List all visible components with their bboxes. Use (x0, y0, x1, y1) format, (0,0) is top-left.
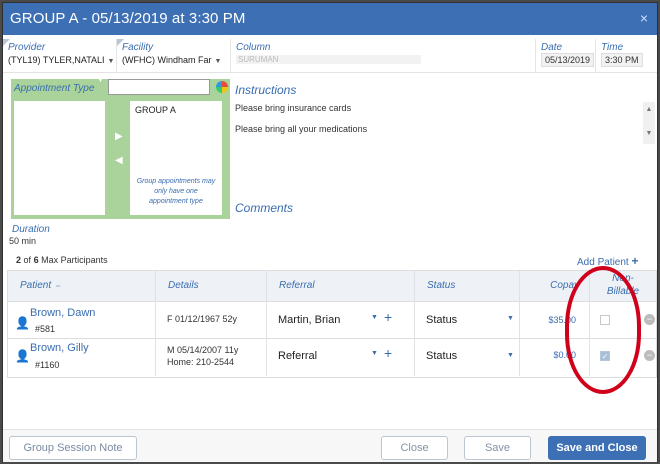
chevron-down-icon[interactable]: ▼ (507, 315, 514, 322)
date-label: Date (541, 42, 563, 53)
date-input[interactable]: 05/13/2019 (541, 53, 595, 67)
chevron-down-icon[interactable]: ▼ (371, 314, 378, 321)
appointment-dialog: GROUP A - 05/13/2019 at 3:30 PM × Provid… (2, 2, 658, 462)
referral-cell: Referral ▼ + (267, 339, 415, 376)
status-select[interactable]: Status (426, 350, 457, 362)
close-button[interactable]: Close (381, 436, 448, 460)
available-types-list[interactable] (14, 101, 105, 215)
time-input[interactable]: 3:30 PM (601, 53, 643, 67)
col-header-patient[interactable]: Patient ⎯ (8, 271, 156, 301)
remove-icon[interactable]: − (644, 314, 655, 325)
move-left-icon[interactable]: ◀ (115, 155, 123, 166)
chevron-down-icon[interactable]: ▼ (507, 352, 514, 359)
close-icon[interactable]: × (640, 10, 648, 26)
col-header-status: Status (415, 271, 520, 301)
instructions-title: Instructions (235, 83, 297, 97)
status-cell: Status ▼ (415, 339, 520, 376)
scroll-down-icon: ▼ (645, 130, 653, 137)
dialog-title: GROUP A - 05/13/2019 at 3:30 PM (10, 10, 246, 27)
save-button[interactable]: Save (464, 436, 531, 460)
instructions-scrollbar[interactable]: ▲ ▼ (643, 102, 655, 144)
instruction-line: Please bring insurance cards (235, 103, 352, 113)
provider-field[interactable]: Provider (TYL19) TYLER,NATALI ▼ (3, 39, 117, 73)
chevron-down-icon[interactable]: ▼ (108, 58, 115, 65)
chevron-down-icon[interactable]: ▼ (215, 58, 222, 65)
patient-phone: Home: 210-2544 (167, 357, 235, 367)
participants-table: Patient ⎯ Details Referral Status Copay … (7, 270, 657, 378)
add-referral-icon[interactable]: + (384, 345, 392, 361)
column-field[interactable]: Column SURUMAN (231, 39, 536, 73)
status-select[interactable]: Status (426, 314, 457, 326)
appointment-type-note: Group appointments may only have one app… (136, 178, 216, 205)
person-icon: 👤 (15, 349, 30, 363)
title-bar: GROUP A - 05/13/2019 at 3:30 PM × (3, 3, 657, 35)
date-field[interactable]: Date 05/13/2019 (536, 39, 596, 73)
comments-title: Comments (235, 201, 294, 215)
appointment-type-label: Appointment Type (14, 83, 95, 94)
provider-value: (TYL19) TYLER,NATALI (8, 55, 105, 65)
time-field[interactable]: Time 3:30 PM (596, 39, 656, 73)
scroll-up-icon: ▲ (645, 106, 653, 113)
column-label: Column (236, 42, 271, 53)
duration-label: Duration (12, 224, 50, 235)
duration-value: 50 min (9, 236, 37, 246)
selected-types-list[interactable]: GROUP A Group appointments may only have… (130, 101, 222, 215)
instruction-line: Please bring all your medications (235, 124, 368, 134)
move-right-icon[interactable]: ▶ (115, 131, 123, 142)
provider-label: Provider (8, 42, 46, 53)
referral-select[interactable]: Martin, Brian (278, 314, 340, 326)
save-and-close-button[interactable]: Save and Close (548, 436, 646, 460)
annotation-circle (565, 266, 641, 394)
referral-select[interactable]: Referral (278, 350, 317, 362)
patient-name-link[interactable]: Brown, Dawn (30, 307, 95, 319)
patient-details: M 05/14/2007 11y (167, 345, 239, 355)
patient-details: F 01/12/1967 52y (167, 314, 238, 324)
field-row: Provider (TYL19) TYLER,NATALI ▼ Facility … (3, 37, 657, 73)
details-cell: M 05/14/2007 11y Home: 210-2544 (156, 339, 267, 376)
col-header-referral: Referral (267, 271, 415, 301)
patient-cell: 👤 Brown, Dawn #581 (8, 302, 156, 339)
color-wheel-icon[interactable] (216, 81, 228, 93)
col-header-details: Details (156, 271, 267, 301)
group-session-note-button[interactable]: Group Session Note (9, 436, 137, 460)
patient-id: #1160 (35, 360, 60, 370)
person-icon: 👤 (15, 316, 30, 330)
details-cell: F 01/12/1967 52y (156, 302, 267, 339)
add-referral-icon[interactable]: + (384, 309, 392, 325)
status-cell: Status ▼ (415, 302, 520, 339)
table-row: 👤 Brown, Dawn #581 F 01/12/1967 52y Mart… (8, 301, 656, 339)
referral-cell: Martin, Brian ▼ + (267, 302, 415, 339)
patient-id: #581 (35, 324, 56, 334)
facility-label: Facility (122, 42, 154, 53)
chevron-down-icon[interactable]: ▼ (371, 350, 378, 357)
participants-count: 2 of 6 Max Participants (16, 255, 108, 265)
selected-type-item[interactable]: GROUP A (135, 105, 176, 115)
facility-value: (WFHC) Windham Far (122, 55, 212, 65)
patient-name-link[interactable]: Brown, Gilly (30, 342, 89, 354)
facility-field[interactable]: Facility (WFHC) Windham Far ▼ (117, 39, 231, 73)
remove-icon[interactable]: − (644, 350, 655, 361)
column-value: SURUMAN (236, 55, 421, 64)
appointment-type-panel: Appointment Type ▼ ▶ ◀ GROUP A Group app… (11, 77, 230, 219)
patient-cell: 👤 Brown, Gilly #1160 (8, 339, 156, 376)
time-label: Time (601, 42, 624, 53)
appointment-type-search[interactable] (108, 79, 210, 95)
table-row: 👤 Brown, Gilly #1160 M 05/14/2007 11y Ho… (8, 338, 656, 376)
